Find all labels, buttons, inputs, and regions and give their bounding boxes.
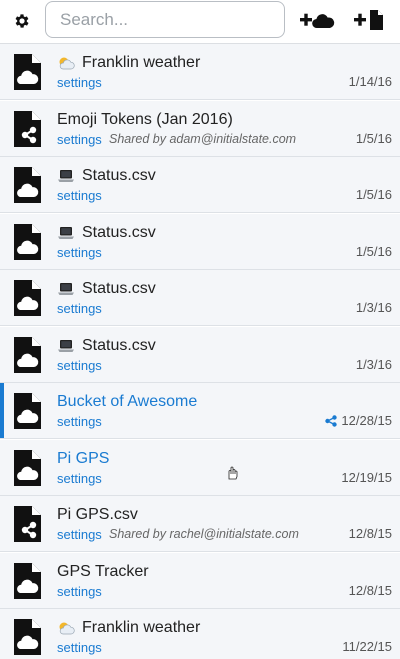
bucket-title-line: Status.csv [57,279,156,299]
gear-icon[interactable] [13,12,31,30]
bucket-title: Status.csv [82,280,156,297]
bucket-date: 1/5/16 [355,130,392,146]
bucket-title-line: Franklin weather [57,618,200,638]
bucket-title[interactable]: Pi GPS [57,450,109,468]
bucket-row[interactable]: Status.csv settings 1/3/16 [0,270,400,326]
cloud-document-icon [14,619,41,655]
bucket-title-line: Bucket of Awesome [57,392,197,412]
plus-file-icon [354,10,383,30]
settings-link[interactable]: settings [57,301,102,316]
bucket-date: 12/8/15 [348,582,392,598]
bucket-date: 1/3/16 [355,300,392,315]
share-document-icon [14,110,41,147]
bucket-date: 1/5/16 [355,187,392,202]
settings-link[interactable]: settings [57,358,102,373]
bucket-date: 1/3/16 [355,356,392,372]
cloud-document-icon [14,223,41,260]
bucket-title-line: GPS Tracker [57,562,149,582]
settings-link[interactable]: settings [57,640,102,655]
bucket-title: Status.csv [82,167,156,184]
laptop-emoji [58,283,74,295]
cloud-document-icon [14,393,41,429]
cloud-document-icon [14,562,41,599]
bucket-title: Status.csv [82,223,156,241]
bucket-title: Status.csv [82,336,156,354]
bucket-date: 12/28/15 [341,413,392,428]
add-bucket-button[interactable] [353,9,385,31]
laptop-emoji [58,170,74,182]
top-toolbar [0,0,400,44]
cloud-document-icon [14,449,41,486]
share-icon[interactable] [325,415,337,427]
search-input[interactable] [45,1,285,38]
bucket-row[interactable]: Pi GPS.csv settings Shared by rachel@init… [0,496,400,552]
bucket-row[interactable]: Status.csv settings 1/5/16 [0,213,400,270]
bucket-row[interactable]: Status.csv settings 1/3/16 [0,326,400,383]
bucket-title-line: Status.csv [57,166,156,186]
bucket-row[interactable]: Emoji Tokens (Jan 2016) settings Shared b… [0,100,400,157]
bucket-title-line: Status.csv [57,336,156,356]
bucket-title: Franklin weather [82,619,201,636]
bucket-title-line: Franklin weather [57,53,200,73]
settings-link[interactable]: settings [57,188,102,203]
bucket-title-line: Pi GPS [57,449,109,469]
plus-cloud-icon [300,13,335,29]
cloud-document-icon [14,54,41,90]
bucket-title: Franklin weather [82,54,201,71]
bucket-row[interactable]: Bucket of Awesome settings 12/28/15 [0,383,400,439]
add-stream-button[interactable] [299,9,335,31]
bucket-date: 1/14/16 [348,74,392,89]
bucket-date: 1/5/16 [355,243,392,259]
bucket-title-line: Status.csv [57,223,156,243]
shared-by-label: Shared by rachel@initialstate.com [109,527,299,541]
bucket-row[interactable]: GPS Tracker settings 12/8/15 [0,552,400,609]
settings-link[interactable]: settings [57,584,102,599]
sun-cloud-emoji [59,622,75,635]
settings-link[interactable]: settings [57,75,102,90]
bucket-list: Franklin weather settings 1/14/16 Emoji T… [0,44,400,659]
bucket-title: Emoji Tokens (Jan 2016) [57,110,233,128]
bucket-row[interactable]: Franklin weather settings 11/22/15 [0,609,400,659]
bucket-date: 11/22/15 [342,639,392,654]
laptop-emoji [58,339,74,352]
bucket-title-line: Pi GPS.csv [57,505,138,525]
share-document-icon [14,506,41,542]
bucket-date: 12/19/15 [341,469,392,485]
cloud-document-icon [14,167,41,203]
settings-link[interactable]: settings [57,132,102,147]
bucket-title: Pi GPS.csv [57,506,138,523]
cloud-document-icon [14,280,41,316]
bucket-title-line: Emoji Tokens (Jan 2016) [57,110,233,130]
settings-link[interactable]: settings [57,414,102,429]
shared-by-label: Shared by adam@initialstate.com [109,131,297,146]
bucket-date: 12/8/15 [348,526,392,541]
bucket-row[interactable]: Pi GPS settings 12/19/15 [0,439,400,496]
bucket-title: GPS Tracker [57,562,149,580]
laptop-emoji [58,226,74,239]
hand-cursor-icon [228,466,238,480]
sun-cloud-emoji [59,57,75,70]
bucket-row[interactable]: Status.csv settings 1/5/16 [0,157,400,213]
settings-link[interactable]: settings [57,471,102,486]
bucket-row[interactable]: Franklin weather settings 1/14/16 [0,44,400,100]
settings-link[interactable]: settings [57,527,102,542]
bucket-title[interactable]: Bucket of Awesome [57,393,197,411]
cloud-document-icon [14,336,41,373]
settings-link[interactable]: settings [57,245,102,260]
